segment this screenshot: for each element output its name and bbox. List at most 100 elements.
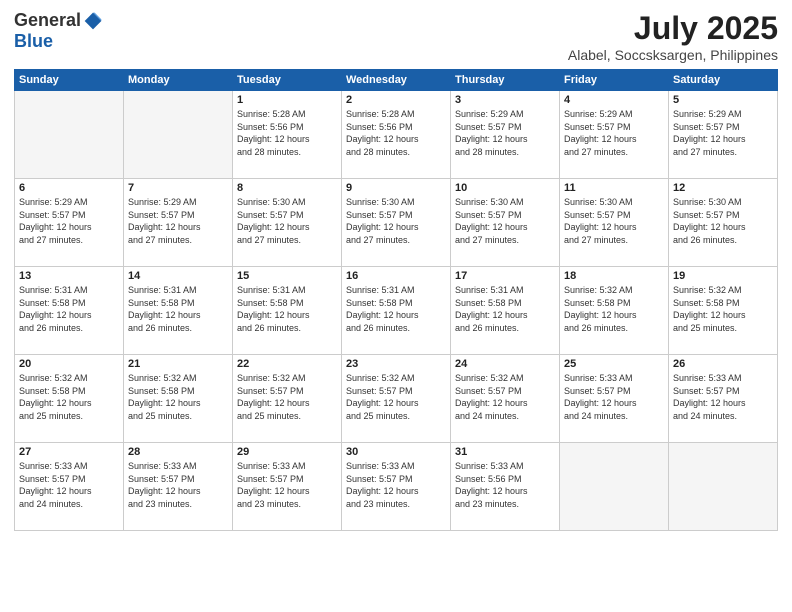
day-number: 28 <box>128 446 228 458</box>
day-info: Sunrise: 5:31 AM Sunset: 5:58 PM Dayligh… <box>19 284 119 334</box>
day-number: 30 <box>346 446 446 458</box>
day-info: Sunrise: 5:33 AM Sunset: 5:57 PM Dayligh… <box>673 372 773 422</box>
day-info: Sunrise: 5:28 AM Sunset: 5:56 PM Dayligh… <box>346 108 446 158</box>
calendar-table: Sunday Monday Tuesday Wednesday Thursday… <box>14 69 778 531</box>
day-info: Sunrise: 5:30 AM Sunset: 5:57 PM Dayligh… <box>564 196 664 246</box>
calendar-cell: 27 Sunrise: 5:33 AM Sunset: 5:57 PM Dayli… <box>15 443 124 531</box>
calendar-cell: 31 Sunrise: 5:33 AM Sunset: 5:56 PM Dayli… <box>451 443 560 531</box>
day-number: 19 <box>673 270 773 282</box>
col-tuesday: Tuesday <box>233 70 342 91</box>
header: General Blue July 2025 Alabel, Soccsksar… <box>14 10 778 63</box>
day-info: Sunrise: 5:30 AM Sunset: 5:57 PM Dayligh… <box>673 196 773 246</box>
day-info: Sunrise: 5:33 AM Sunset: 5:57 PM Dayligh… <box>237 460 337 510</box>
day-info: Sunrise: 5:31 AM Sunset: 5:58 PM Dayligh… <box>128 284 228 334</box>
calendar-cell: 22Sunrise: 5:32 AM Sunset: 5:57 PM Dayli… <box>233 355 342 443</box>
day-number: 7 <box>128 182 228 194</box>
logo-icon <box>83 11 103 31</box>
day-number: 18 <box>564 270 664 282</box>
calendar-cell: 23Sunrise: 5:32 AM Sunset: 5:57 PM Dayli… <box>342 355 451 443</box>
day-info: Sunrise: 5:32 AM Sunset: 5:58 PM Dayligh… <box>564 284 664 334</box>
calendar-cell: 15 Sunrise: 5:31 AM Sunset: 5:58 PM Dayli… <box>233 267 342 355</box>
day-number: 1 <box>237 94 337 106</box>
calendar-cell: 20Sunrise: 5:32 AM Sunset: 5:58 PM Dayli… <box>15 355 124 443</box>
day-info: Sunrise: 5:30 AM Sunset: 5:57 PM Dayligh… <box>346 196 446 246</box>
calendar-cell: 4Sunrise: 5:29 AM Sunset: 5:57 PM Daylig… <box>560 91 669 179</box>
day-number: 29 <box>237 446 337 458</box>
calendar-week-4: 27 Sunrise: 5:33 AM Sunset: 5:57 PM Dayli… <box>15 443 778 531</box>
day-number: 25 <box>564 358 664 370</box>
calendar-cell: 18 Sunrise: 5:32 AM Sunset: 5:58 PM Dayli… <box>560 267 669 355</box>
calendar-cell: 29 Sunrise: 5:33 AM Sunset: 5:57 PM Dayli… <box>233 443 342 531</box>
day-number: 5 <box>673 94 773 106</box>
calendar-cell: 12Sunrise: 5:30 AM Sunset: 5:57 PM Dayli… <box>669 179 778 267</box>
calendar-cell: 1 Sunrise: 5:28 AM Sunset: 5:56 PM Daylig… <box>233 91 342 179</box>
calendar-cell: 28 Sunrise: 5:33 AM Sunset: 5:57 PM Dayli… <box>124 443 233 531</box>
day-number: 4 <box>564 94 664 106</box>
day-info: Sunrise: 5:32 AM Sunset: 5:57 PM Dayligh… <box>455 372 555 422</box>
calendar-cell: 26Sunrise: 5:33 AM Sunset: 5:57 PM Dayli… <box>669 355 778 443</box>
day-info: Sunrise: 5:33 AM Sunset: 5:57 PM Dayligh… <box>19 460 119 510</box>
calendar-week-3: 20 Sunrise: 5:32 AM Sunset: 5:58 PM Dayli… <box>15 355 778 443</box>
calendar-cell: 24 Sunrise: 5:32 AM Sunset: 5:57 PM Dayli… <box>451 355 560 443</box>
day-number: 31 <box>455 446 555 458</box>
day-info: Sunrise: 5:33 AM Sunset: 5:57 PM Dayligh… <box>346 460 446 510</box>
calendar-week-2: 13 Sunrise: 5:31 AM Sunset: 5:58 PM Dayli… <box>15 267 778 355</box>
calendar-week-0: 1 Sunrise: 5:28 AM Sunset: 5:56 PM Daylig… <box>15 91 778 179</box>
calendar-cell: 9Sunrise: 5:30 AM Sunset: 5:57 PM Daylig… <box>342 179 451 267</box>
page: General Blue July 2025 Alabel, Soccsksar… <box>0 0 792 612</box>
day-info: Sunrise: 5:33 AM Sunset: 5:57 PM Dayligh… <box>128 460 228 510</box>
day-info: Sunrise: 5:31 AM Sunset: 5:58 PM Dayligh… <box>346 284 446 334</box>
day-number: 8 <box>237 182 337 194</box>
calendar-cell: 21 Sunrise: 5:32 AM Sunset: 5:58 PM Dayli… <box>124 355 233 443</box>
day-number: 15 <box>237 270 337 282</box>
calendar-cell: 10Sunrise: 5:30 AM Sunset: 5:57 PM Dayli… <box>451 179 560 267</box>
day-number: 21 <box>128 358 228 370</box>
day-number: 14 <box>128 270 228 282</box>
day-info: Sunrise: 5:31 AM Sunset: 5:58 PM Dayligh… <box>455 284 555 334</box>
title-block: July 2025 Alabel, Soccsksargen, Philippi… <box>568 10 778 63</box>
calendar-cell: 8 Sunrise: 5:30 AM Sunset: 5:57 PM Daylig… <box>233 179 342 267</box>
calendar-cell: 17Sunrise: 5:31 AM Sunset: 5:58 PM Dayli… <box>451 267 560 355</box>
col-thursday: Thursday <box>451 70 560 91</box>
calendar-cell <box>560 443 669 531</box>
day-number: 22 <box>237 358 337 370</box>
day-info: Sunrise: 5:29 AM Sunset: 5:57 PM Dayligh… <box>455 108 555 158</box>
calendar-cell: 7 Sunrise: 5:29 AM Sunset: 5:57 PM Daylig… <box>124 179 233 267</box>
calendar-cell: 25 Sunrise: 5:33 AM Sunset: 5:57 PM Dayli… <box>560 355 669 443</box>
day-info: Sunrise: 5:32 AM Sunset: 5:57 PM Dayligh… <box>346 372 446 422</box>
day-info: Sunrise: 5:33 AM Sunset: 5:57 PM Dayligh… <box>564 372 664 422</box>
calendar-cell: 5 Sunrise: 5:29 AM Sunset: 5:57 PM Daylig… <box>669 91 778 179</box>
col-saturday: Saturday <box>669 70 778 91</box>
calendar-cell <box>124 91 233 179</box>
col-friday: Friday <box>560 70 669 91</box>
calendar-cell: 2Sunrise: 5:28 AM Sunset: 5:56 PM Daylig… <box>342 91 451 179</box>
day-number: 24 <box>455 358 555 370</box>
calendar-week-1: 6 Sunrise: 5:29 AM Sunset: 5:57 PM Daylig… <box>15 179 778 267</box>
day-info: Sunrise: 5:33 AM Sunset: 5:56 PM Dayligh… <box>455 460 555 510</box>
day-info: Sunrise: 5:29 AM Sunset: 5:57 PM Dayligh… <box>19 196 119 246</box>
calendar-cell: 14 Sunrise: 5:31 AM Sunset: 5:58 PM Dayli… <box>124 267 233 355</box>
day-number: 6 <box>19 182 119 194</box>
day-info: Sunrise: 5:32 AM Sunset: 5:58 PM Dayligh… <box>128 372 228 422</box>
day-number: 27 <box>19 446 119 458</box>
col-monday: Monday <box>124 70 233 91</box>
logo-text: General <box>14 10 103 31</box>
day-number: 13 <box>19 270 119 282</box>
day-number: 3 <box>455 94 555 106</box>
calendar-cell: 13 Sunrise: 5:31 AM Sunset: 5:58 PM Dayli… <box>15 267 124 355</box>
logo-blue: Blue <box>14 31 53 52</box>
month-year: July 2025 <box>568 10 778 47</box>
calendar-cell: 6 Sunrise: 5:29 AM Sunset: 5:57 PM Daylig… <box>15 179 124 267</box>
calendar-cell: 30 Sunrise: 5:33 AM Sunset: 5:57 PM Dayli… <box>342 443 451 531</box>
day-info: Sunrise: 5:31 AM Sunset: 5:58 PM Dayligh… <box>237 284 337 334</box>
day-number: 20 <box>19 358 119 370</box>
calendar-cell: 19 Sunrise: 5:32 AM Sunset: 5:58 PM Dayli… <box>669 267 778 355</box>
day-info: Sunrise: 5:29 AM Sunset: 5:57 PM Dayligh… <box>673 108 773 158</box>
col-sunday: Sunday <box>15 70 124 91</box>
day-number: 16 <box>346 270 446 282</box>
day-info: Sunrise: 5:29 AM Sunset: 5:57 PM Dayligh… <box>128 196 228 246</box>
day-info: Sunrise: 5:30 AM Sunset: 5:57 PM Dayligh… <box>455 196 555 246</box>
day-info: Sunrise: 5:30 AM Sunset: 5:57 PM Dayligh… <box>237 196 337 246</box>
day-info: Sunrise: 5:28 AM Sunset: 5:56 PM Dayligh… <box>237 108 337 158</box>
day-info: Sunrise: 5:32 AM Sunset: 5:58 PM Dayligh… <box>673 284 773 334</box>
